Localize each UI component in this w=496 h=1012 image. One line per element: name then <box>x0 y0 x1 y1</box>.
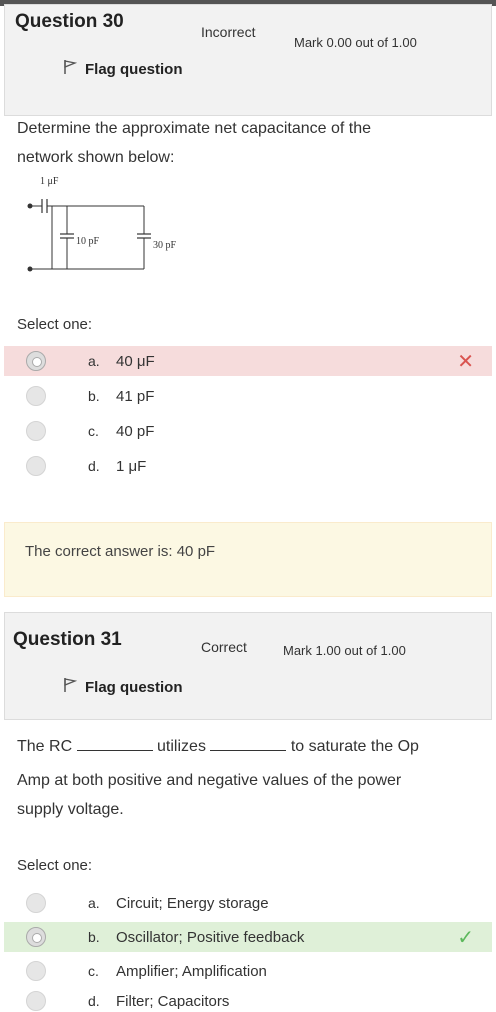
q31-text-a: The RC <box>17 738 73 755</box>
q31-option-b-text: Oscillator; Positive feedback <box>116 928 305 946</box>
q30-option-c[interactable]: c. 40 pF <box>4 416 492 446</box>
q31-title: Question 31 <box>13 629 122 650</box>
q30-option-a-text: 40 μF <box>116 352 155 370</box>
q30-info-box: Question 30 Incorrect Mark 0.00 out of 1… <box>4 4 492 116</box>
c3-label: 30 pF <box>153 240 177 251</box>
q31-option-b[interactable]: b. Oscillator; Positive feedback ✓ <box>4 922 492 952</box>
flag-icon <box>63 677 78 697</box>
q30-option-b-letter: b. <box>88 388 100 404</box>
q30-option-b[interactable]: b. 41 pF <box>4 381 492 411</box>
q31-mark: Mark 1.00 out of 1.00 <box>283 643 406 658</box>
q30-correct-answer: The correct answer is: 40 pF <box>25 543 216 560</box>
q30-radio-c[interactable] <box>26 421 46 441</box>
q30-mark: Mark 0.00 out of 1.00 <box>294 35 417 50</box>
q30-option-c-letter: c. <box>88 423 99 439</box>
q30-state: Incorrect <box>201 24 256 40</box>
q31-radio-b[interactable] <box>26 927 46 947</box>
q30-text-line1: Determine the approximate net capacitanc… <box>17 120 371 137</box>
q31-flag-label: Flag question <box>85 678 183 696</box>
q31-blank-1 <box>76 737 153 751</box>
q30-option-a[interactable]: a. 40 μF ✕ <box>4 346 492 376</box>
incorrect-x-icon: ✕ <box>457 350 474 373</box>
q30-option-a-letter: a. <box>88 353 100 369</box>
q30-flag-question[interactable]: Flag question <box>63 59 183 79</box>
c1-label: 1 μF <box>40 176 59 187</box>
q31-blank-2 <box>210 737 287 751</box>
q31-option-d-text: Filter; Capacitors <box>116 992 230 1010</box>
q31-option-a[interactable]: a. Circuit; Energy storage <box>4 888 492 918</box>
q31-option-a-text: Circuit; Energy storage <box>116 894 269 912</box>
q30-radio-d[interactable] <box>26 456 46 476</box>
q31-option-c-text: Amplifier; Amplification <box>116 962 267 980</box>
q30-circuit-diagram: 1 μF 10 pF 30 pF <box>27 176 177 272</box>
q31-radio-c[interactable] <box>26 961 46 981</box>
q31-option-c-letter: c. <box>88 963 99 979</box>
q30-option-d-text: 1 μF <box>116 457 147 475</box>
q30-flag-label: Flag question <box>85 60 183 78</box>
flag-icon <box>63 59 78 79</box>
q31-radio-a[interactable] <box>26 893 46 913</box>
q30-option-d[interactable]: d. 1 μF <box>4 451 492 481</box>
q30-text-line2: network shown below: <box>17 149 175 166</box>
q30-option-b-text: 41 pF <box>116 387 155 405</box>
q31-text-line1: The RC utilizes to saturate the Op <box>17 732 419 762</box>
q31-info-box: Question 31 Correct Mark 1.00 out of 1.0… <box>4 612 492 720</box>
q31-text-line2: Amp at both positive and negative values… <box>17 772 402 789</box>
q31-option-d[interactable]: d. Filter; Capacitors <box>4 990 492 1012</box>
q31-select-one: Select one: <box>17 857 93 874</box>
q31-text-line3: supply voltage. <box>17 801 124 818</box>
q30-radio-b[interactable] <box>26 386 46 406</box>
q30-radio-a[interactable] <box>26 351 46 371</box>
q30-feedback-box: The correct answer is: 40 pF <box>4 522 492 597</box>
q30-option-d-letter: d. <box>88 458 100 474</box>
q31-option-d-letter: d. <box>88 993 100 1009</box>
q31-state: Correct <box>201 639 247 655</box>
q31-text-b: utilizes <box>157 738 206 755</box>
q31-radio-d[interactable] <box>26 991 46 1011</box>
q31-text-c: to saturate the Op <box>290 738 419 755</box>
q31-option-c[interactable]: c. Amplifier; Amplification <box>4 956 492 986</box>
q31-option-a-letter: a. <box>88 895 100 911</box>
q30-title: Question 30 <box>15 11 124 32</box>
c2-label: 10 pF <box>76 236 100 247</box>
correct-check-icon: ✓ <box>457 926 474 949</box>
q30-option-c-text: 40 pF <box>116 422 155 440</box>
q30-select-one: Select one: <box>17 316 93 333</box>
q31-flag-question[interactable]: Flag question <box>63 677 183 697</box>
q31-option-b-letter: b. <box>88 929 100 945</box>
